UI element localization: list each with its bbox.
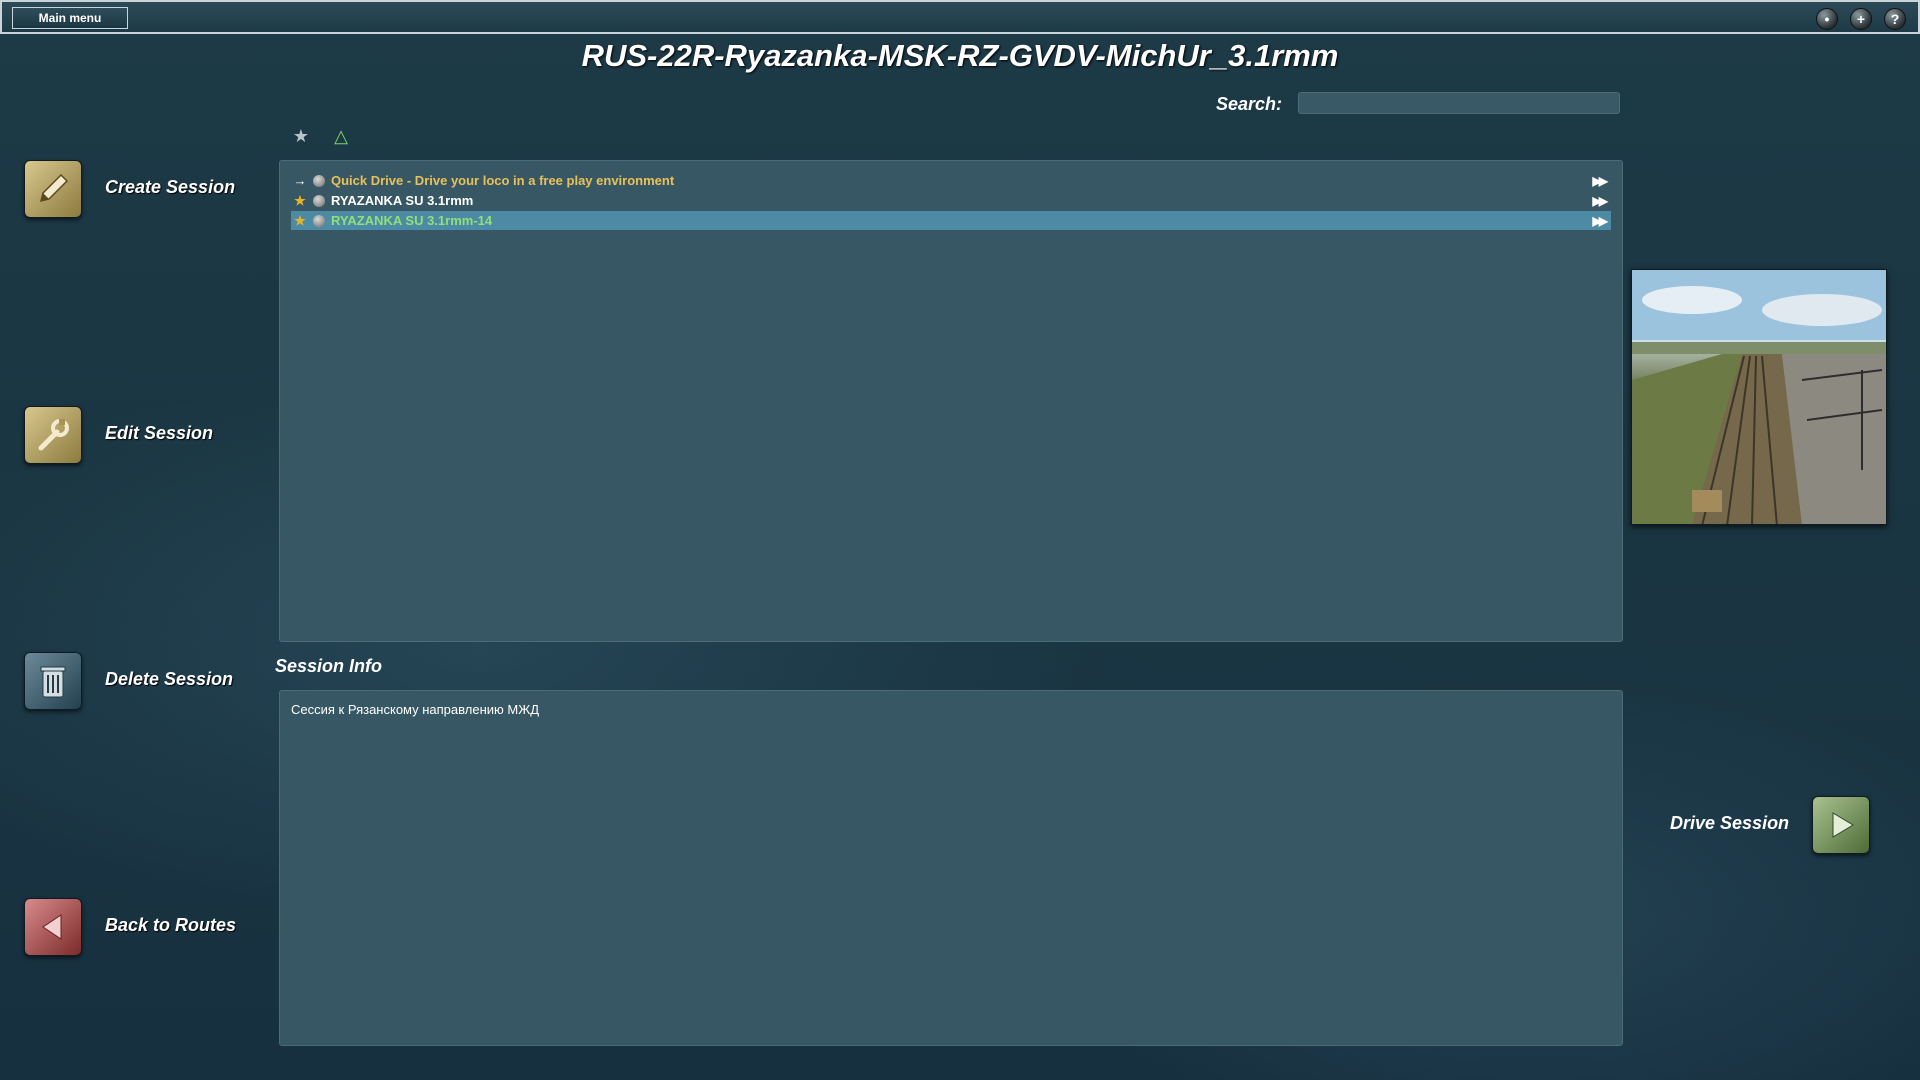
main-menu-button[interactable]: Main menu (12, 7, 128, 29)
rail-yard-picture (1632, 270, 1886, 524)
delete-session-button[interactable] (24, 652, 82, 710)
session-info-panel: Сессия к Рязанскому направлению МЖД (279, 690, 1623, 1046)
add-icon[interactable]: + (1850, 8, 1872, 30)
pencil-icon (39, 173, 69, 203)
expand-arrow-icon[interactable]: ▶▶ (1593, 174, 1609, 188)
status-orb-icon[interactable]: • (1816, 8, 1838, 30)
create-session-label[interactable]: Create Session (105, 177, 235, 198)
delete-session-label[interactable]: Delete Session (105, 669, 233, 690)
status-dot-icon (313, 214, 325, 227)
session-name: Quick Drive - Drive your loco in a free … (331, 173, 675, 188)
back-to-routes-button[interactable] (24, 898, 82, 956)
expand-arrow-icon[interactable]: ▶▶ (1593, 214, 1609, 228)
session-row-quick-drive[interactable]: → Quick Drive - Drive your loco in a fre… (291, 171, 1611, 190)
session-name: RYAZANKA SU 3.1rmm (331, 193, 474, 208)
star-icon: ★ (294, 192, 306, 208)
help-icon[interactable]: ? (1884, 8, 1906, 30)
session-info-text: Сессия к Рязанскому направлению МЖД (291, 702, 540, 717)
back-to-routes-label[interactable]: Back to Routes (105, 915, 236, 936)
play-icon (1832, 812, 1854, 838)
session-info-heading: Session Info (275, 656, 383, 676)
arrow-icon: → (293, 173, 307, 188)
drive-session-label[interactable]: Drive Session (1670, 813, 1789, 834)
session-preview-image (1631, 269, 1887, 525)
session-name: RYAZANKA SU 3.1rmm-14 (331, 213, 493, 228)
drive-session-button[interactable] (1812, 796, 1870, 854)
warning-filter-icon[interactable]: △ (331, 126, 351, 146)
star-icon: ★ (294, 212, 306, 228)
session-row-ryazanka-14[interactable]: ★ RYAZANKA SU 3.1rmm-14 ▶▶ (291, 211, 1611, 230)
page-title: RUS-22R-Ryazanka-MSK-RZ-GVDV-MichUr_3.1r… (581, 38, 1339, 73)
edit-session-button[interactable] (24, 406, 82, 464)
create-session-button[interactable] (24, 160, 82, 218)
search-input[interactable] (1298, 92, 1620, 114)
back-arrow-icon (42, 914, 62, 940)
trash-icon (40, 666, 66, 698)
top-bar: Main menu • + ? (0, 0, 1920, 34)
status-dot-icon (313, 194, 325, 207)
session-list[interactable]: → Quick Drive - Drive your loco in a fre… (279, 160, 1623, 642)
wrench-icon (38, 419, 69, 451)
favorites-filter-icon[interactable]: ★ (291, 126, 311, 146)
edit-session-label[interactable]: Edit Session (105, 423, 213, 444)
status-dot-icon (313, 174, 325, 187)
session-row-ryazanka[interactable]: ★ RYAZANKA SU 3.1rmm ▶▶ (291, 191, 1611, 210)
expand-arrow-icon[interactable]: ▶▶ (1593, 194, 1609, 208)
search-label: Search: (1216, 94, 1283, 114)
